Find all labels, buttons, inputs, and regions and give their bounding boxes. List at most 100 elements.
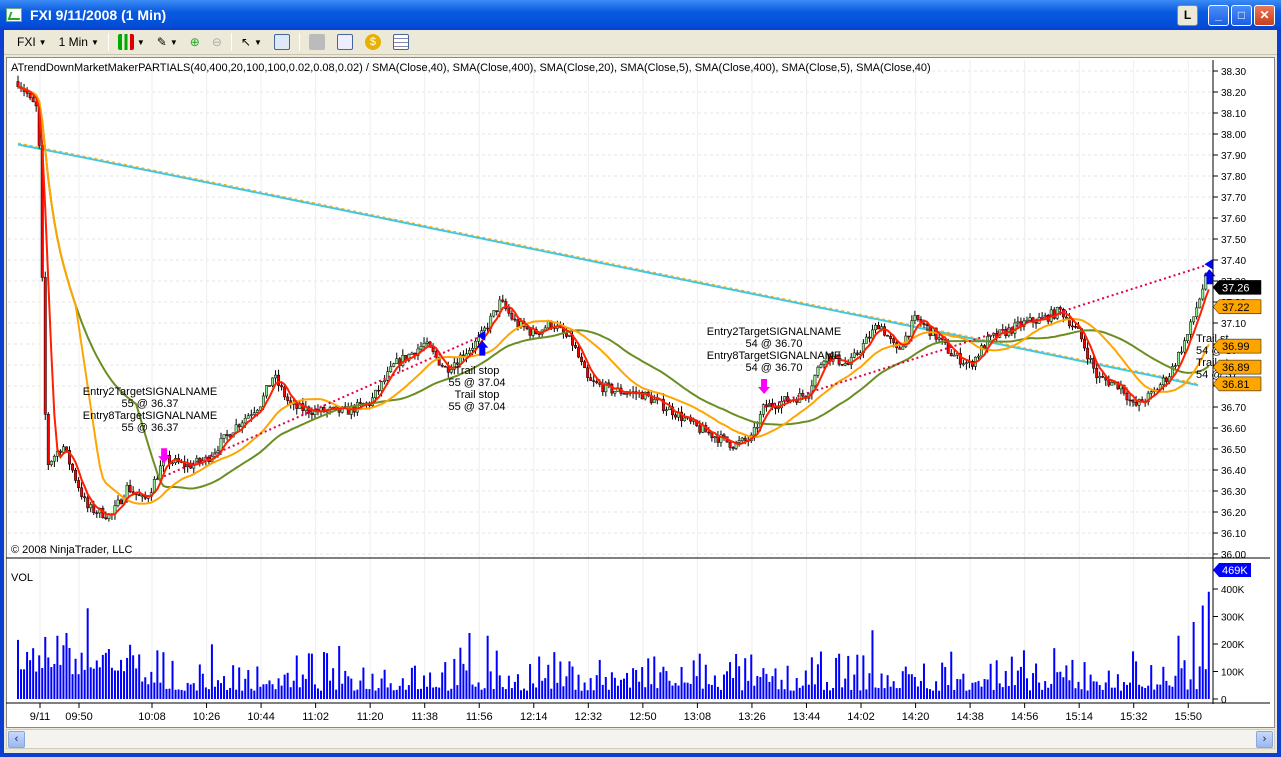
volume-bar [868, 673, 870, 699]
volume-bar [1090, 675, 1092, 699]
candle [623, 393, 625, 394]
volume-bar [144, 677, 146, 699]
candle [199, 458, 201, 462]
candle [1089, 358, 1091, 359]
volume-bar [705, 665, 707, 699]
volume-bar [550, 689, 552, 699]
candle [1186, 334, 1188, 340]
candle [380, 382, 382, 391]
volume-bar [429, 673, 431, 699]
volume-bar [126, 658, 128, 699]
volume-bar [120, 660, 122, 699]
candle [777, 408, 779, 409]
volume-bar [102, 655, 104, 699]
candle [138, 495, 140, 496]
volume-bar [647, 658, 649, 699]
volume-bar [1008, 686, 1010, 699]
candle [335, 407, 337, 408]
volume-bar [778, 689, 780, 699]
candle [732, 447, 734, 448]
candle [493, 311, 495, 317]
volume-bar [338, 646, 340, 699]
volume-bar [1208, 592, 1210, 699]
volume-bar [493, 689, 495, 699]
volume-bar [432, 688, 434, 699]
volume-bar [726, 671, 728, 699]
y-tick-label: 38.30 [1221, 67, 1246, 78]
volume-bar [814, 684, 816, 699]
volume-bar [690, 684, 692, 699]
candle [468, 350, 470, 353]
volume-bar [1129, 683, 1131, 699]
candle [277, 375, 279, 385]
volume-bar [614, 678, 616, 699]
candle [1183, 341, 1185, 352]
vol-y-tick-label: 200K [1221, 640, 1245, 651]
candle [799, 393, 801, 402]
volume-bar [917, 686, 919, 699]
volume-bar [1065, 665, 1067, 699]
volume-bar [811, 657, 813, 699]
volume-bar [420, 689, 422, 699]
volume-bar [1096, 682, 1098, 699]
volume-bar [499, 675, 501, 699]
candle [817, 367, 819, 375]
volume-bar [1081, 689, 1083, 699]
volume-bar [17, 640, 19, 699]
volume-bar [244, 679, 246, 699]
volume-bar [347, 676, 349, 699]
candle [914, 315, 916, 320]
candle [244, 418, 246, 423]
entry-label: Entry2TargetSIGNALNAME [83, 386, 218, 398]
volume-bar [1111, 688, 1113, 699]
volume-bar [1196, 689, 1198, 699]
x-tick-label: 15:50 [1174, 711, 1202, 723]
volume-bar [1174, 676, 1176, 699]
volume-bar [311, 654, 313, 699]
volume-bar [823, 690, 825, 699]
y-tick-label: 37.50 [1221, 235, 1246, 246]
volume-bar [817, 664, 819, 699]
volume-bar [759, 677, 761, 699]
volume-bar [147, 684, 149, 699]
volume-bar [384, 670, 386, 699]
volume-bar [984, 679, 986, 699]
candle [538, 334, 540, 335]
volume-bar [184, 691, 186, 699]
candle [574, 345, 576, 347]
volume-bar [756, 676, 758, 699]
exit-label: 55 @ 37.04 [448, 377, 505, 389]
volume-bar [808, 685, 810, 699]
volume-bar [787, 666, 789, 699]
candle [86, 498, 88, 508]
candle [29, 93, 31, 98]
volume-bar [893, 681, 895, 699]
volume-bar [617, 686, 619, 699]
candle [511, 313, 513, 319]
volume-bar [944, 667, 946, 699]
candle [1092, 358, 1094, 368]
volume-bar [775, 668, 777, 699]
volume-bar [523, 689, 525, 699]
volume-bar [684, 682, 686, 699]
entry-label: 54 @ 36.70 [745, 338, 802, 350]
candle [653, 399, 655, 402]
volume-bar [32, 648, 34, 699]
volume-bar [305, 679, 307, 699]
volume-bar [950, 652, 952, 699]
volume-bar [441, 672, 443, 699]
candle [717, 437, 719, 443]
volume-bar [159, 683, 161, 699]
volume-bar [26, 652, 28, 699]
volume-bar [587, 690, 589, 699]
candle [44, 277, 46, 414]
volume-bar [1190, 679, 1192, 699]
volume-bar [487, 636, 489, 699]
candle [250, 415, 252, 416]
volume-bar [23, 669, 25, 699]
volume-bar [771, 676, 773, 699]
x-tick-label: 12:14 [520, 711, 548, 723]
volume-bar [874, 687, 876, 699]
volume-bar [1032, 673, 1034, 699]
candle [359, 402, 361, 403]
